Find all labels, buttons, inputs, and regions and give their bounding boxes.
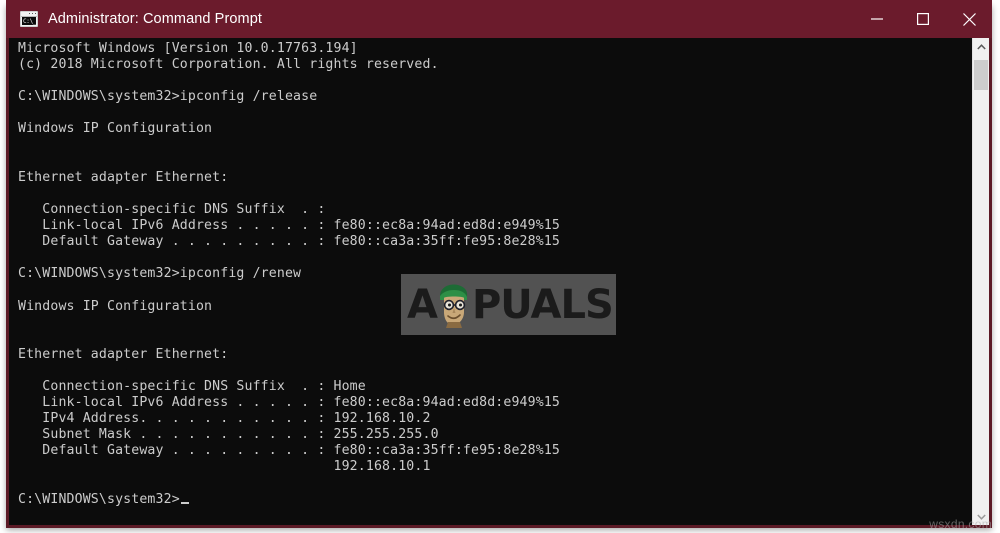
terminal-line: Microsoft Windows [Version 10.0.17763.19… — [18, 41, 358, 56]
command-prompt-icon: C:\_ — [20, 11, 38, 27]
terminal-cursor — [180, 501, 189, 504]
terminal-line: Windows IP Configuration — [18, 121, 213, 137]
terminal-line: Ethernet adapter Ethernet: — [18, 169, 229, 185]
chevron-up-icon — [976, 43, 986, 50]
appuals-watermark: A PUALS — [401, 274, 616, 335]
terminal-line: 192.168.10.1 — [18, 459, 431, 475]
screenshot-root: C:\_ Administrator: Command Prompt Micro… — [0, 0, 1000, 533]
terminal-line: IPv4 Address. . . . . . . . . . . : 192.… — [18, 411, 431, 427]
minimize-icon — [871, 18, 883, 20]
command-prompt-window: C:\_ Administrator: Command Prompt Micro… — [6, 0, 992, 528]
watermark-letter-a: A — [407, 281, 438, 328]
scrollbar-thumb[interactable] — [974, 60, 988, 90]
console-output-area[interactable]: Microsoft Windows [Version 10.0.17763.19… — [9, 38, 989, 525]
maximize-icon — [917, 13, 929, 25]
icon-screen-text: C:\_ — [22, 17, 36, 25]
terminal-line: Connection-specific DNS Suffix . : — [18, 201, 326, 217]
maximize-button[interactable] — [900, 0, 946, 38]
window-controls — [854, 0, 992, 38]
terminal-line: C:\WINDOWS\system32> — [18, 492, 961, 508]
terminal-line: Default Gateway . . . . . . . . . : fe80… — [18, 443, 560, 459]
terminal-line: Default Gateway . . . . . . . . . : fe80… — [18, 234, 560, 250]
terminal-line: Subnet Mask . . . . . . . . . . . : 255.… — [18, 427, 439, 443]
window-titlebar[interactable]: C:\_ Administrator: Command Prompt — [6, 0, 992, 38]
scroll-up-button[interactable] — [973, 38, 989, 55]
terminal-line: Connection-specific DNS Suffix . : Home — [18, 378, 366, 394]
watermark-text-puals: PUALS — [471, 281, 614, 328]
minimize-button[interactable] — [854, 0, 900, 38]
appuals-mascot-icon — [434, 282, 474, 328]
close-button[interactable] — [946, 0, 992, 38]
window-title: Administrator: Command Prompt — [48, 11, 263, 27]
terminal-line: Link-local IPv6 Address . . . . . : fe80… — [18, 218, 560, 234]
terminal-line: (c) 2018 Microsoft Corporation. All righ… — [18, 57, 439, 73]
site-watermark: wsxdn.com — [929, 517, 992, 531]
close-icon — [962, 12, 976, 26]
console-scrollbar[interactable] — [972, 38, 989, 525]
terminal-line: Link-local IPv6 Address . . . . . : fe80… — [18, 395, 560, 411]
terminal-line: Ethernet adapter Ethernet: — [18, 346, 229, 362]
terminal-line: C:\WINDOWS\system32>ipconfig /release — [18, 89, 318, 105]
